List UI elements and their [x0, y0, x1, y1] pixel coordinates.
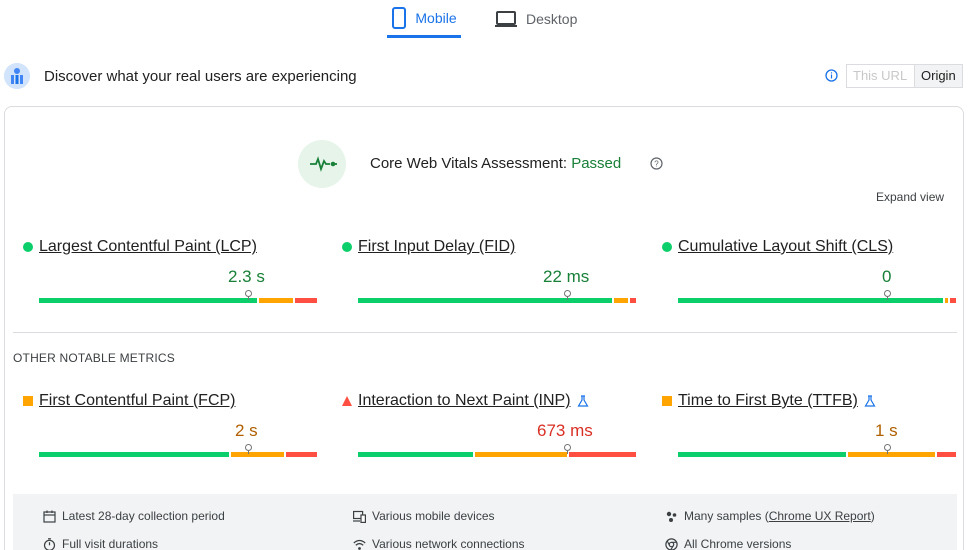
distribution-bar	[358, 444, 636, 457]
info-icon[interactable]	[825, 69, 838, 82]
distribution-bar	[678, 290, 956, 303]
metric-value: 22 ms	[543, 267, 590, 286]
good-segment	[678, 452, 846, 457]
needs-improvement-segment	[944, 298, 949, 303]
needs-improvement-segment	[847, 452, 935, 457]
p75-marker	[883, 290, 891, 302]
metric-label[interactable]: First Input Delay (FID)	[358, 238, 515, 256]
footer-text: Various network connections	[372, 537, 525, 550]
header-title: Discover what your real users are experi…	[44, 68, 357, 85]
p75-marker	[244, 444, 252, 456]
p75-marker	[563, 290, 571, 302]
expand-view-button[interactable]: Expand view	[876, 190, 944, 204]
needs-improvement-segment	[258, 298, 293, 303]
smartphone-icon	[392, 6, 407, 29]
metric-label[interactable]: Time to First Byte (TTFB)	[678, 392, 858, 410]
poor-segment	[286, 452, 317, 457]
good-indicator-icon	[342, 242, 352, 252]
devices-icon	[353, 510, 366, 523]
cwv-assessment-label: Core Web Vitals Assessment:	[370, 155, 572, 172]
footer-item: Full visit durations	[43, 537, 158, 550]
footer-text: Full visit durations	[62, 537, 159, 550]
distribution-bar	[358, 290, 636, 303]
needs-improvement-segment	[230, 452, 285, 457]
collection-info-footer: Latest 28-day collection period Various …	[13, 494, 957, 550]
metric-value: 1 s	[875, 421, 898, 440]
tab-desktop[interactable]: Desktop	[494, 0, 577, 38]
metric-label[interactable]: Largest Contentful Paint (LCP)	[39, 238, 257, 256]
people-icon	[666, 511, 677, 522]
field-data-header: Discover what your real users are experi…	[0, 60, 969, 94]
poor-segment	[950, 298, 956, 303]
needs-improvement-segment	[613, 298, 629, 303]
footer-text: Latest 28-day collection period	[62, 509, 225, 523]
poor-segment	[630, 298, 636, 303]
experimental-flask-icon	[576, 395, 589, 407]
device-tabs: Mobile Desktop	[0, 0, 969, 40]
good-segment	[39, 298, 257, 303]
poor-segment	[569, 452, 636, 457]
laptop-icon	[495, 11, 517, 27]
metric-value: 0	[882, 267, 892, 286]
timer-icon	[43, 537, 56, 550]
good-indicator-icon	[23, 242, 33, 252]
tab-mobile[interactable]: Mobile	[387, 0, 461, 38]
footer-text: Various mobile devices	[372, 509, 495, 523]
notable-metrics-heading: OTHER NOTABLE METRICS	[13, 351, 175, 365]
p75-marker	[563, 444, 571, 456]
section-divider	[13, 332, 957, 333]
metric-value: 673 ms	[537, 421, 593, 440]
average-indicator-icon	[23, 396, 33, 406]
footer-item: All Chrome versions	[665, 537, 791, 550]
poor-segment	[936, 452, 956, 457]
good-segment	[39, 452, 229, 457]
distribution-bar	[39, 444, 317, 457]
crux-logo-icon	[4, 63, 30, 89]
poor-segment	[294, 298, 317, 303]
cwv-pulse-icon	[298, 140, 346, 188]
needs-improvement-segment	[474, 452, 568, 457]
distribution-bar	[678, 444, 956, 457]
footer-item: Many samples (Chrome UX Report)	[665, 509, 875, 523]
footer-item: Various mobile devices	[353, 509, 495, 523]
good-segment	[358, 452, 473, 457]
p75-marker	[244, 290, 252, 302]
svg-text:?: ?	[654, 160, 659, 169]
chrome-ux-report-link[interactable]: Chrome UX Report	[769, 509, 871, 523]
tab-mobile-label: Mobile	[415, 9, 457, 26]
url-origin-toggle: This URL Origin	[846, 64, 963, 88]
footer-text: Many samples (Chrome UX Report)	[684, 509, 875, 523]
footer-text: All Chrome versions	[684, 537, 792, 550]
calendar-icon	[43, 510, 56, 523]
p75-marker	[883, 444, 891, 456]
metric-label[interactable]: First Contentful Paint (FCP)	[39, 392, 236, 410]
help-icon[interactable]: ?	[650, 157, 663, 170]
cwv-assessment-status: Passed	[571, 155, 622, 172]
good-indicator-icon	[662, 242, 672, 252]
metric-label[interactable]: Cumulative Layout Shift (CLS)	[678, 238, 893, 256]
poor-indicator-icon	[342, 396, 352, 406]
experimental-flask-icon	[864, 395, 876, 407]
field-data-card: Core Web Vitals Assessment: Passed ? Exp…	[4, 106, 964, 550]
footer-item: Latest 28-day collection period	[43, 509, 225, 523]
good-segment	[678, 298, 943, 303]
wifi-icon	[353, 539, 366, 550]
origin-button[interactable]: Origin	[915, 65, 962, 87]
metric-label[interactable]: Interaction to Next Paint (INP)	[358, 392, 571, 410]
good-segment	[358, 298, 612, 303]
average-indicator-icon	[662, 396, 672, 406]
metric-value: 2.3 s	[228, 267, 265, 286]
cwv-assessment: Core Web Vitals Assessment: Passed	[370, 155, 621, 172]
this-url-button[interactable]: This URL	[847, 65, 915, 87]
distribution-bar	[39, 290, 317, 303]
tab-desktop-label: Desktop	[526, 11, 578, 27]
metric-value: 2 s	[235, 421, 258, 440]
footer-item: Various network connections	[353, 537, 525, 550]
chrome-icon	[665, 537, 678, 550]
